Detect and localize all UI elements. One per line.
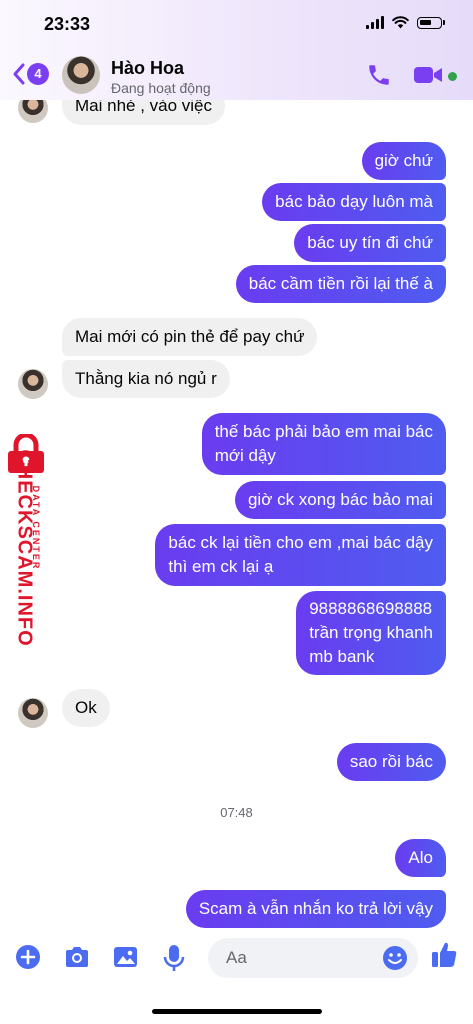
header-actions xyxy=(366,62,457,88)
contact-avatar[interactable] xyxy=(62,56,100,94)
wifi-icon xyxy=(392,16,409,29)
message-incoming[interactable]: Mai mới có pin thẻ để pay chứ xyxy=(62,318,318,356)
back-button[interactable]: 4 xyxy=(12,62,49,86)
unread-count-badge: 4 xyxy=(27,63,49,85)
sender-avatar[interactable] xyxy=(18,369,48,399)
message-outgoing[interactable]: Alo xyxy=(395,839,446,877)
gallery-icon[interactable] xyxy=(112,944,139,970)
message-line: mb bank xyxy=(309,647,375,666)
watermark-sub: DATA CENTER xyxy=(31,485,41,571)
composer-bar xyxy=(0,930,473,990)
message-outgoing[interactable]: bác ck lại tiền cho em ,mai bác dậy thì … xyxy=(155,524,446,586)
message-line: thì em ck lại ạ xyxy=(168,557,274,576)
status-time: 23:33 xyxy=(44,14,91,34)
message-timestamp: 07:48 xyxy=(220,805,253,820)
microphone-icon[interactable] xyxy=(163,944,185,972)
chat-header: 4 Hào Hoa Đang hoạt động xyxy=(0,50,473,100)
sender-avatar[interactable] xyxy=(18,100,48,123)
message-outgoing[interactable]: bác cầm tiền rồi lại thế à xyxy=(235,265,446,303)
contact-name[interactable]: Hào Hoa xyxy=(111,58,184,79)
message-incoming[interactable]: Mai nhé , vào việc xyxy=(62,100,226,125)
sender-avatar[interactable] xyxy=(18,698,48,728)
message-outgoing[interactable]: bác bảo dạy luôn mà xyxy=(262,183,446,221)
message-line: trần trọng khanh xyxy=(309,623,433,642)
status-bar: 23:33 xyxy=(0,0,473,50)
contact-status: Đang hoạt động xyxy=(111,80,211,96)
message-input-box[interactable] xyxy=(208,938,418,978)
battery-icon xyxy=(417,16,442,29)
message-outgoing[interactable]: thế bác phải bảo em mai bác mới dậy xyxy=(201,413,446,475)
message-line: mới dậy xyxy=(214,446,276,465)
message-outgoing[interactable]: Scam à vẫn nhắn ko trả lời vậy xyxy=(185,890,446,928)
message-line: 9888868698888 xyxy=(309,599,433,618)
online-indicator xyxy=(448,71,457,81)
back-chevron-icon xyxy=(13,63,25,85)
message-list[interactable]: Mai nhé , vào việc giờ chứ bác bảo dạy l… xyxy=(0,100,473,930)
message-line: bác ck lại tiền cho em ,mai bác dậy xyxy=(168,533,433,552)
message-input[interactable] xyxy=(224,947,378,969)
message-outgoing[interactable]: bác uy tín đi chứ xyxy=(294,224,446,262)
message-outgoing[interactable]: 9888868698888 trần trọng khanh mb bank xyxy=(296,591,446,675)
message-incoming[interactable]: Thằng kia nó ngủ r xyxy=(62,360,230,398)
message-outgoing[interactable]: giờ ck xong bác bảo mai xyxy=(234,481,446,519)
message-incoming[interactable]: Ok xyxy=(62,689,110,727)
cellular-signal-icon xyxy=(366,16,384,29)
home-indicator xyxy=(152,1009,322,1014)
plus-icon[interactable] xyxy=(15,944,41,970)
emoji-icon[interactable] xyxy=(382,945,408,971)
message-outgoing[interactable]: giờ chứ xyxy=(361,142,446,180)
status-icons xyxy=(366,16,445,29)
message-outgoing[interactable]: sao rồi bác xyxy=(336,743,446,781)
like-thumb-icon[interactable] xyxy=(430,940,458,970)
video-icon[interactable] xyxy=(412,63,444,87)
phone-icon[interactable] xyxy=(366,62,392,88)
camera-icon[interactable] xyxy=(63,944,91,970)
message-line: thế bác phải bảo em mai bác xyxy=(214,422,433,441)
battery-tip xyxy=(443,20,445,25)
